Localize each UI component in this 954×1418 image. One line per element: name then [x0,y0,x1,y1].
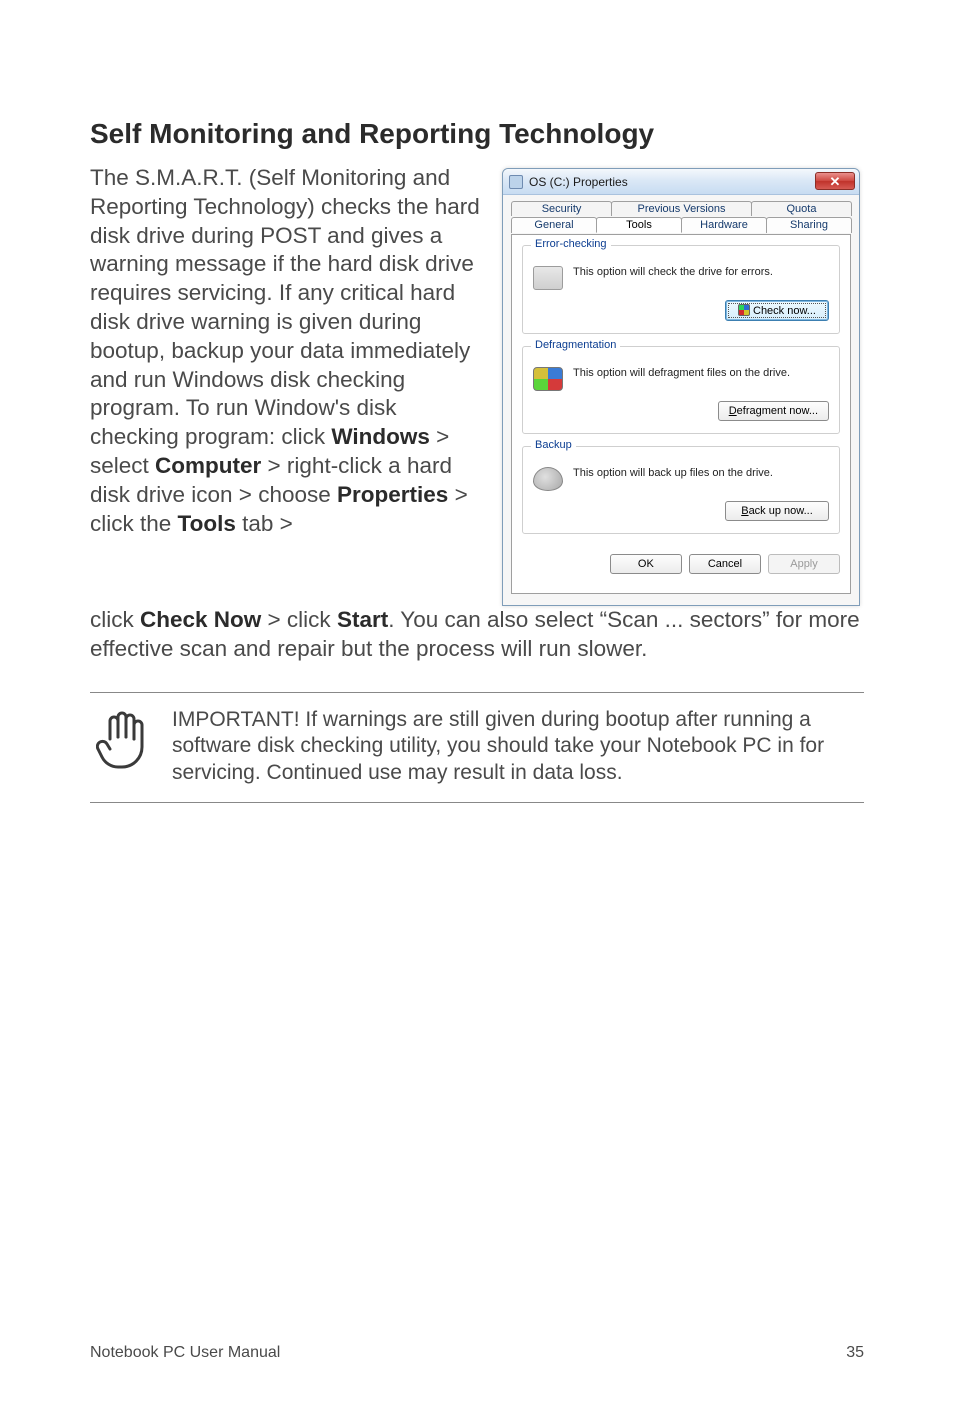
important-note: IMPORTANT! If warnings are still given d… [90,692,864,803]
bold-properties: Properties [337,482,448,507]
hdd-icon [533,266,563,290]
body-text-wrap: The S.M.A.R.T. (Self Monitoring and Repo… [90,164,486,538]
check-now-button[interactable]: Check now... [725,300,829,321]
backup-now-button[interactable]: Back up now... [725,501,829,521]
bold-tools: Tools [178,511,236,536]
tab-security[interactable]: Security [511,201,612,216]
note-text: IMPORTANT! If warnings are still given d… [172,707,864,786]
defrag-text: This option will defragment files on the… [573,367,790,379]
shield-icon [738,304,750,316]
page-footer: Notebook PC User Manual 35 [90,1344,864,1362]
cancel-button[interactable]: Cancel [689,554,761,574]
backup-btn-rest: ack up now... [749,505,813,517]
after-paragraph: click Check Now > click Start. You can a… [90,606,864,664]
footer-page-number: 35 [846,1344,864,1362]
bold-windows: Windows [331,424,430,449]
main-row: The S.M.A.R.T. (Self Monitoring and Repo… [90,164,864,606]
backup-accel: B [741,505,748,517]
group-backup: Backup This option will back up files on… [522,446,840,534]
group-defragmentation: Defragmentation This option will defragm… [522,346,840,434]
btn-row-defrag: Defragment now... [533,401,829,421]
tab-row-front: General Tools Hardware Sharing [511,217,851,233]
apply-button[interactable]: Apply [768,554,840,574]
check-now-label: Check now... [753,305,816,317]
bold-start: Start [337,607,388,632]
tab-hardware[interactable]: Hardware [681,217,767,233]
tab-strip: Security Previous Versions Quota General… [511,201,851,235]
group-error-checking: Error-checking This option will check th… [522,245,840,334]
tab-general[interactable]: General [511,217,597,233]
backup-icon [533,467,563,491]
legend-defrag: Defragmentation [531,339,620,351]
bold-computer: Computer [155,453,261,478]
tab-previous-versions[interactable]: Previous Versions [611,201,752,216]
tab-panel-tools: Error-checking This option will check th… [511,234,851,594]
section-heading: Self Monitoring and Reporting Technology [90,118,864,150]
gb-row-backup: This option will back up files on the dr… [533,467,829,491]
btn-row-backup: Back up now... [533,501,829,521]
body-paragraph: The S.M.A.R.T. (Self Monitoring and Repo… [90,164,486,538]
legend-error-checking: Error-checking [531,238,611,250]
hand-stop-icon [96,709,148,771]
drive-icon [509,175,523,189]
defrag-accel: D [729,405,737,417]
dialog-footer: OK Cancel Apply [522,546,840,574]
tab-sharing[interactable]: Sharing [766,217,852,233]
para-main: The S.M.A.R.T. (Self Monitoring and Repo… [90,165,480,449]
body-text-after: click Check Now > click Start. You can a… [90,606,864,664]
defrag-btn-rest: efragment now... [737,405,818,417]
btn-row-error: Check now... [533,300,829,321]
backup-text: This option will back up files on the dr… [573,467,773,479]
tab-row-back: Security Previous Versions Quota [511,201,851,216]
after1: click [90,607,140,632]
tab-tools[interactable]: Tools [596,217,682,233]
properties-dialog: OS (C:) Properties ✕ Security Previous V… [502,168,860,606]
defragment-now-button[interactable]: Defragment now... [718,401,829,421]
close-button[interactable]: ✕ [815,172,855,190]
footer-left: Notebook PC User Manual [90,1344,280,1362]
dialog-title: OS (C:) Properties [529,175,628,189]
dialog-body: Security Previous Versions Quota General… [503,195,859,605]
ok-button[interactable]: OK [610,554,682,574]
titlebar[interactable]: OS (C:) Properties ✕ [503,169,859,195]
dialog-wrap: OS (C:) Properties ✕ Security Previous V… [502,168,864,606]
error-check-text: This option will check the drive for err… [573,266,773,278]
bold-check-now: Check Now [140,607,261,632]
txt-tab-gt: tab > [236,511,293,536]
legend-backup: Backup [531,439,576,451]
gb-row-error: This option will check the drive for err… [533,266,829,290]
gb-row-defrag: This option will defragment files on the… [533,367,829,391]
tab-quota[interactable]: Quota [751,201,852,216]
after2: > click [261,607,337,632]
defrag-icon [533,367,563,391]
